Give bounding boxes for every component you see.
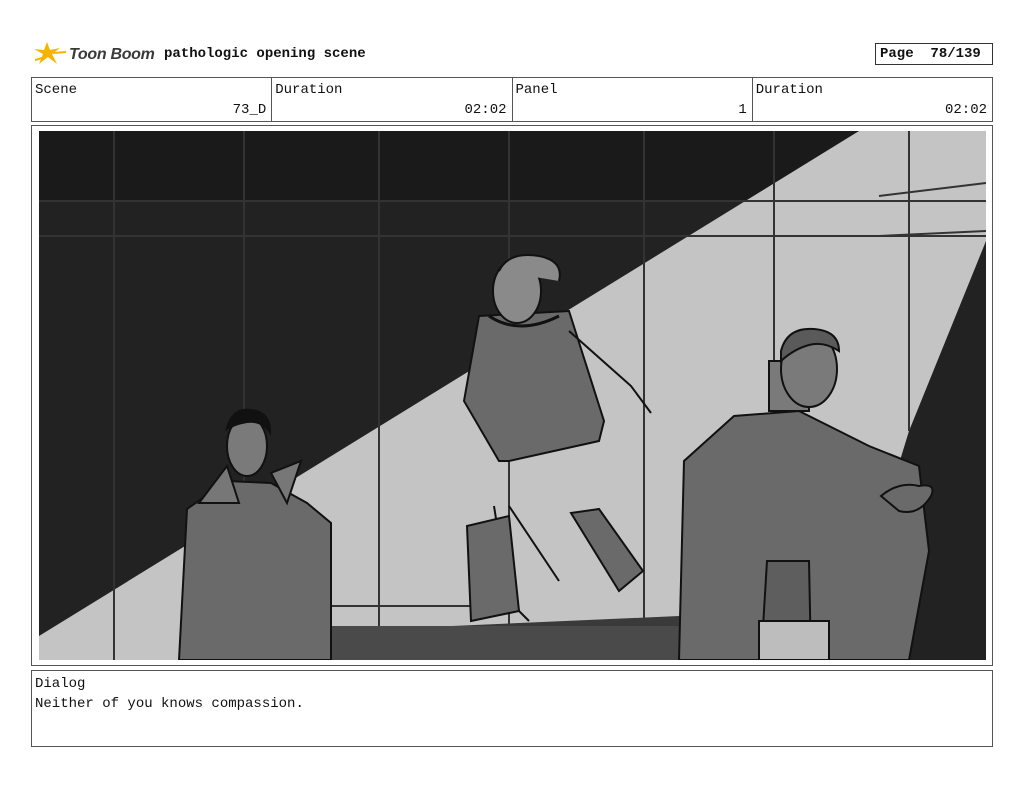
scene-label: Scene xyxy=(35,82,78,98)
dialog-box: Dialog Neither of you knows compassion. xyxy=(31,670,993,747)
panel-cell: Panel 1 xyxy=(513,78,753,121)
storyboard-panel-image xyxy=(39,131,986,660)
storyboard-header: Toon Boom pathologic opening scene Page … xyxy=(31,36,993,72)
page-number: 78/139 xyxy=(930,46,981,62)
page-label: Page xyxy=(880,46,914,62)
scene-duration-value: 02:02 xyxy=(464,102,507,118)
dialog-label: Dialog xyxy=(35,676,86,692)
scene-info-row: Scene 73_D Duration 02:02 Panel 1 Durati… xyxy=(31,77,993,122)
dialog-text: Neither of you knows compassion. xyxy=(35,696,304,712)
toon-boom-star-icon xyxy=(34,42,67,64)
scene-duration-cell: Duration 02:02 xyxy=(272,78,513,121)
panel-value: 1 xyxy=(738,102,747,118)
project-title: pathologic opening scene xyxy=(164,46,366,62)
page-indicator: Page 78/139 xyxy=(875,43,993,65)
panel-sketch xyxy=(39,131,986,660)
logo-text: Toon Boom xyxy=(69,46,155,63)
panel-duration-label: Duration xyxy=(755,82,823,98)
panel-frame xyxy=(31,125,993,666)
scene-cell: Scene 73_D xyxy=(32,78,273,121)
toon-boom-logo: Toon Boom xyxy=(33,38,163,70)
scene-duration-label: Duration xyxy=(275,82,343,98)
panel-duration-value: 02:02 xyxy=(944,102,987,118)
scene-value: 73_D xyxy=(232,102,267,118)
panel-label: Panel xyxy=(515,82,558,98)
panel-duration-cell: Duration 02:02 xyxy=(753,78,992,121)
